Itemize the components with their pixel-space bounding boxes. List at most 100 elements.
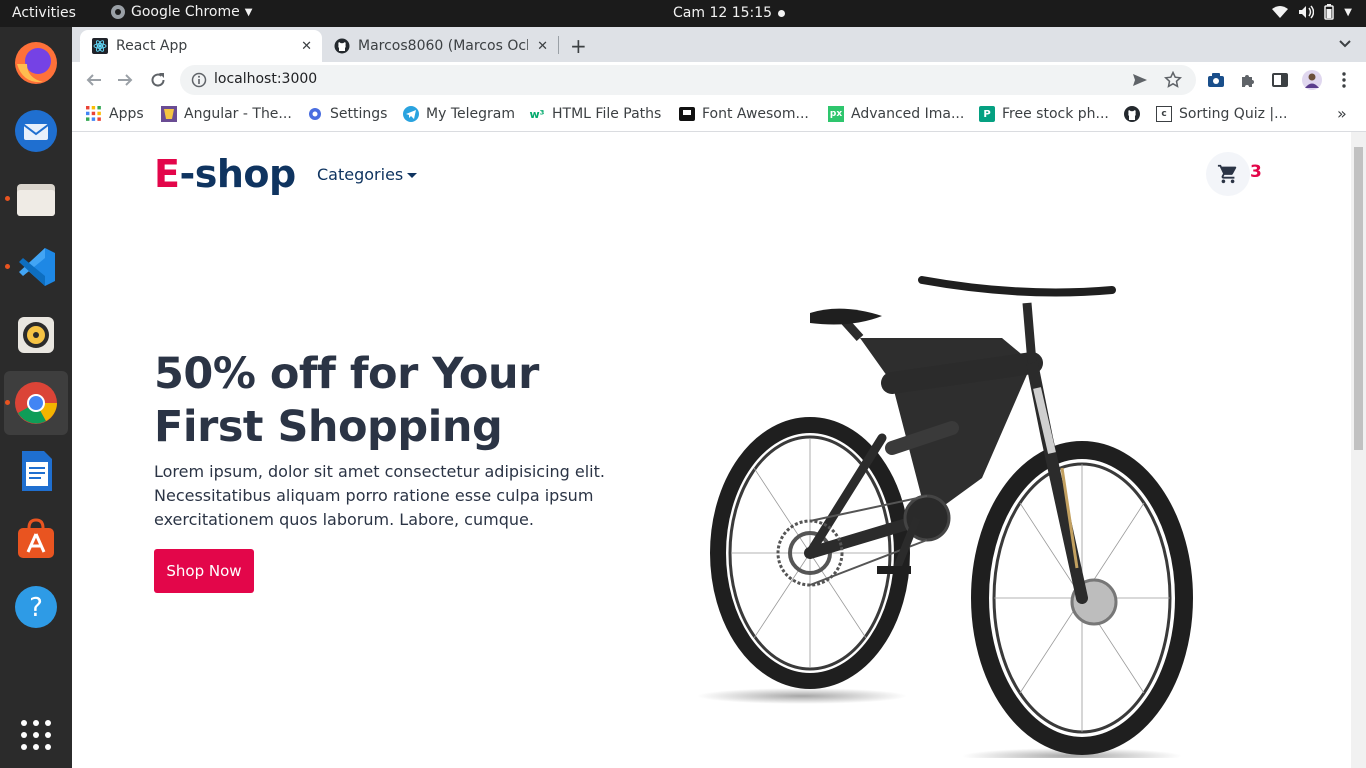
hero-description: Lorem ipsum, dolor sit amet consectetur … [154, 462, 605, 529]
side-panel-icon [1272, 73, 1288, 87]
system-top-bar: Activities Google Chrome ▼ Cam 12 15:15 … [0, 0, 1366, 27]
kebab-menu-icon [1342, 72, 1346, 88]
close-icon[interactable]: ✕ [301, 39, 312, 54]
browser-window: React App ✕ Marcos8060 (Marcos Ochi ✕ + … [72, 27, 1366, 768]
tab-title: React App [116, 38, 188, 54]
bookmark-apps[interactable]: Apps [86, 106, 144, 122]
app-menu[interactable]: Google Chrome ▼ [110, 4, 252, 20]
dock-files[interactable] [4, 167, 68, 231]
bookmark-sorting-quiz[interactable]: c Sorting Quiz |... [1156, 106, 1287, 122]
apps-grid-icon [86, 106, 101, 121]
url-text: localhost:3000 [214, 71, 318, 87]
activities-button[interactable]: Activities [12, 5, 76, 21]
profile-button[interactable] [1302, 70, 1322, 90]
bookmark-settings[interactable]: Settings [307, 106, 387, 122]
document-icon [13, 448, 59, 494]
close-icon[interactable]: ✕ [537, 39, 548, 54]
running-indicator [5, 400, 10, 405]
folder-icon [13, 176, 59, 222]
tab-title: Marcos8060 (Marcos Ochi [358, 38, 528, 54]
bookmark-label: Advanced Ima... [851, 106, 965, 122]
dock-writer[interactable] [4, 439, 68, 503]
notification-dot [778, 10, 785, 17]
new-tab-button[interactable]: + [570, 34, 587, 58]
address-bar[interactable]: localhost:3000 [180, 65, 1196, 95]
hero-title: 50% off for Your First Shopping [154, 349, 539, 452]
tab-strip: React App ✕ Marcos8060 (Marcos Ochi ✕ + [72, 27, 1366, 62]
bookmark-font-awesome[interactable]: Font Awesom... [679, 106, 809, 122]
dock-software[interactable] [4, 507, 68, 571]
bookmark-label: HTML File Paths [552, 106, 662, 122]
tab-github[interactable]: Marcos8060 (Marcos Ochi ✕ [322, 30, 558, 62]
tab-divider [558, 36, 559, 54]
hero-section: 50% off for Your First Shopping Lorem ip… [72, 218, 1351, 768]
page-scrollbar[interactable] [1351, 132, 1366, 768]
menu-button[interactable] [1334, 70, 1354, 90]
arrow-left-icon [86, 74, 101, 86]
speaker-icon [13, 312, 59, 358]
dock-chrome[interactable] [4, 371, 68, 435]
volume-icon [1299, 5, 1315, 19]
telegram-icon [403, 106, 419, 122]
bookmark-label: Angular - The... [184, 106, 292, 122]
clock[interactable]: Cam 12 15:15 [673, 5, 772, 21]
bookmark-angular[interactable]: Angular - The... [161, 106, 292, 122]
tab-search-icon[interactable] [1338, 36, 1352, 50]
send-icon[interactable] [1132, 72, 1148, 88]
arrow-right-icon [118, 74, 133, 86]
bookmarks-overflow-button[interactable]: » [1337, 104, 1347, 123]
reload-button[interactable] [148, 70, 168, 90]
flag-icon [679, 107, 695, 121]
angular-favicon-icon [161, 106, 177, 122]
bookmark-label: Free stock ph... [1002, 106, 1109, 122]
categories-label: Categories [317, 165, 404, 184]
extension-icon [1208, 73, 1224, 87]
react-favicon-icon [92, 38, 108, 54]
bookmark-label: Settings [330, 106, 388, 122]
mountain-bike-image [697, 276, 1193, 758]
logo-accent: E [154, 152, 180, 196]
page-icon: c [1156, 106, 1172, 122]
scrollbar-thumb[interactable] [1354, 147, 1363, 450]
dock-firefox[interactable] [4, 31, 68, 95]
forward-button[interactable] [115, 70, 135, 90]
extension-button[interactable] [1206, 70, 1226, 90]
site-logo[interactable]: E-shop [154, 152, 296, 196]
help-icon: ? [13, 584, 59, 630]
bookmark-label: Sorting Quiz |... [1179, 106, 1288, 122]
info-icon[interactable] [191, 72, 207, 88]
side-panel-button[interactable] [1270, 70, 1290, 90]
pixabay-icon: px [828, 106, 844, 122]
github-favicon-icon [334, 38, 350, 54]
categories-dropdown[interactable]: Categories [317, 165, 418, 184]
back-button[interactable] [84, 70, 104, 90]
puzzle-icon [1242, 75, 1254, 87]
system-tray[interactable]: ▼ [1272, 4, 1352, 20]
bookmark-advanced-images[interactable]: px Advanced Ima... [828, 106, 964, 122]
bookmark-free-stock[interactable]: P Free stock ph... [979, 106, 1109, 122]
battery-icon [1324, 4, 1335, 20]
dock-rhythmbox[interactable] [4, 303, 68, 367]
cart-count-badge: 3 [1250, 162, 1262, 182]
bookmark-html-file-paths[interactable]: w³ HTML File Paths [529, 106, 662, 122]
logo-text: -shop [179, 152, 296, 196]
avatar [1302, 70, 1322, 90]
browser-toolbar: localhost:3000 [72, 62, 1366, 98]
dock-thunderbird[interactable] [4, 99, 68, 163]
bookmark-github[interactable] [1124, 106, 1147, 122]
dock-help[interactable]: ? [4, 575, 68, 639]
bookmark-star-icon[interactable] [1164, 71, 1182, 89]
tab-react-app[interactable]: React App ✕ [80, 30, 322, 62]
bookmark-telegram[interactable]: My Telegram [403, 106, 515, 122]
extensions-button[interactable] [1238, 70, 1258, 90]
bookmark-label: Font Awesom... [702, 106, 809, 122]
page-viewport: E-shop Categories 3 50% off for Your Fir… [72, 132, 1351, 768]
bookmarks-bar: Apps Angular - The... Settings My Telegr… [72, 98, 1366, 132]
vscode-icon [13, 244, 59, 290]
dock-vscode[interactable] [4, 235, 68, 299]
shop-now-button[interactable]: Shop Now [154, 549, 254, 593]
running-indicator [5, 264, 10, 269]
cart-button[interactable] [1206, 152, 1250, 196]
chrome-icon [13, 380, 59, 426]
dock-show-apps[interactable] [4, 703, 68, 767]
